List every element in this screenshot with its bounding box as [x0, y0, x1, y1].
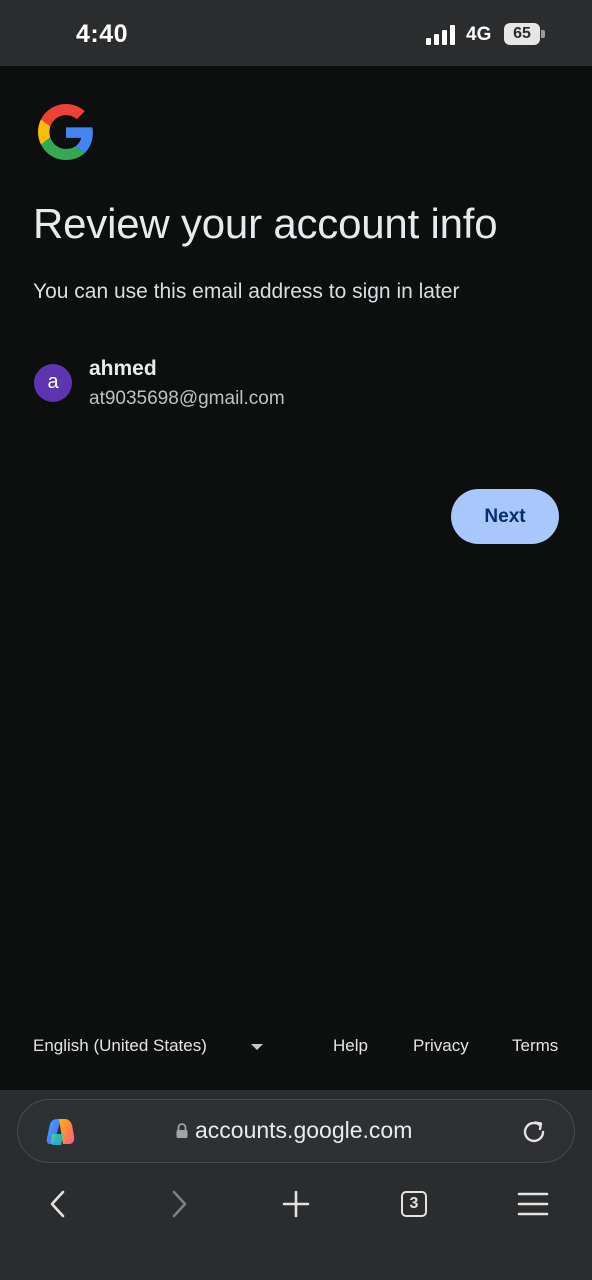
sign-in-page: Review your account info You can use thi…	[0, 66, 592, 1090]
privacy-link[interactable]: Privacy	[413, 1036, 469, 1056]
page-footer: English (United States) Help Privacy Ter…	[0, 1032, 592, 1062]
network-type: 4G	[466, 24, 492, 45]
tabs-icon: 3	[401, 1191, 427, 1217]
help-link[interactable]: Help	[333, 1036, 368, 1056]
terms-link[interactable]: Terms	[512, 1036, 558, 1056]
google-logo-icon	[38, 104, 93, 160]
signal-icon	[426, 25, 455, 45]
back-icon[interactable]	[41, 1186, 77, 1222]
account-email: at9035698@gmail.com	[89, 388, 285, 409]
avatar: a	[34, 364, 72, 402]
forward-icon[interactable]	[160, 1186, 196, 1222]
status-bar: 4:40 4G 65	[0, 0, 592, 66]
next-button[interactable]: Next	[451, 489, 559, 544]
new-tab-icon[interactable]	[278, 1186, 314, 1222]
url-text[interactable]: accounts.google.com	[195, 1117, 412, 1144]
page-subtitle: You can use this email address to sign i…	[33, 280, 460, 303]
page-title: Review your account info	[33, 200, 498, 247]
language-select[interactable]: English (United States)	[33, 1036, 207, 1056]
battery-cap	[541, 30, 545, 38]
reload-icon[interactable]	[520, 1118, 548, 1146]
battery-icon: 65	[504, 23, 540, 45]
account-name: ahmed	[89, 357, 157, 380]
browser-toolbar: accounts.google.com 3	[0, 1090, 592, 1280]
tabs-button[interactable]: 3	[396, 1186, 432, 1222]
status-time: 4:40	[76, 20, 129, 48]
address-bar[interactable]: accounts.google.com	[17, 1099, 575, 1163]
caret-down-icon[interactable]	[251, 1044, 263, 1050]
lock-icon	[176, 1123, 188, 1138]
copilot-icon[interactable]	[44, 1116, 76, 1148]
menu-icon[interactable]	[515, 1186, 551, 1222]
